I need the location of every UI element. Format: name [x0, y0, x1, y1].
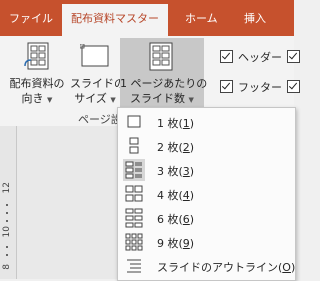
access-key: 3: [182, 165, 190, 178]
menu-item-label: 2 枚(: [157, 141, 183, 154]
menu-item-tail: ): [290, 261, 296, 274]
slides-per-page-menu: 1 枚(1) 2 枚(2) 3 枚(3) 4 枚(4) 6 枚(6) 9 枚(9…: [117, 107, 296, 281]
three-slides-icon: [123, 159, 145, 181]
slides-per-page-label-2: スライド数: [130, 92, 186, 105]
menu-item-outline[interactable]: スライドのアウトライン(O): [119, 255, 296, 278]
slide-size-icon: [80, 44, 109, 67]
chevron-down-icon: ▼: [47, 96, 53, 104]
menu-item-label: 6 枚(: [157, 213, 183, 226]
handout-orientation-label-2: 向き: [21, 92, 44, 105]
header-checkbox[interactable]: [220, 50, 233, 63]
outline-icon: [123, 255, 145, 277]
menu-item-3-slides[interactable]: 3 枚(3): [119, 159, 294, 182]
one-slide-icon: [123, 111, 145, 133]
access-key: 2: [182, 141, 190, 154]
two-slides-icon: [123, 135, 145, 157]
menu-item-1-slide[interactable]: 1 枚(1): [119, 111, 294, 134]
access-key: 1: [182, 117, 190, 130]
menu-item-6-slides[interactable]: 6 枚(6): [119, 207, 294, 230]
date-checkbox[interactable]: [287, 50, 300, 63]
ruler-dot: [6, 246, 8, 248]
handout-orientation-button[interactable]: 配布資料の 向き ▼: [4, 38, 70, 108]
nine-slides-icon: [123, 231, 145, 253]
slide-size-label-2: サイズ: [74, 92, 107, 105]
menu-item-9-slides[interactable]: 9 枚(9): [119, 231, 294, 254]
ruler-dot: [6, 212, 8, 214]
vertical-ruler: 12 10 8: [0, 126, 17, 279]
menu-item-tail: ): [189, 165, 195, 178]
menu-item-label: 9 枚(: [157, 237, 183, 250]
ribbon-tab-bar: ファイル 配布資料マスター ホーム 挿入: [0, 0, 294, 36]
access-key: 4: [182, 189, 190, 202]
tab-handout-master[interactable]: 配布資料マスター: [62, 4, 168, 36]
menu-item-label: 4 枚(: [157, 189, 183, 202]
handout-orientation-icon: [24, 42, 49, 70]
ruler-dot: [6, 220, 8, 222]
page-setup-group-label: ページ設: [78, 113, 122, 126]
handout-orientation-label-1: 配布資料の: [9, 77, 65, 90]
tab-insert[interactable]: 挿入: [244, 10, 266, 36]
slides-per-page-label-1: 1 ページあたりの: [120, 77, 208, 90]
tab-file[interactable]: ファイル: [9, 10, 53, 36]
ruler-dot: [6, 254, 8, 256]
slide-size-button[interactable]: スライドの サイズ ▼: [70, 38, 125, 108]
menu-item-tail: ): [189, 213, 195, 226]
menu-item-tail: ): [189, 141, 195, 154]
ruler-dot: [6, 204, 8, 206]
tab-home[interactable]: ホーム: [185, 10, 218, 36]
menu-item-label: 3 枚(: [157, 165, 183, 178]
slides-per-page-button[interactable]: 1 ページあたりの スライド数 ▼: [120, 38, 208, 108]
six-slides-icon: [123, 207, 145, 229]
chevron-down-icon: ▼: [110, 96, 116, 104]
menu-item-label: スライドのアウトライン(: [157, 261, 283, 274]
page-number-checkbox[interactable]: [287, 80, 300, 93]
footer-label: フッター: [238, 81, 282, 94]
menu-item-4-slides[interactable]: 4 枚(4): [119, 183, 294, 206]
ruler-mark: 8: [2, 264, 12, 270]
menu-item-tail: ): [189, 117, 195, 130]
access-key: O: [282, 261, 291, 274]
access-key: 9: [182, 237, 190, 250]
slides-per-page-icon: [149, 42, 173, 71]
menu-item-tail: ): [189, 189, 195, 202]
menu-item-label: 1 枚(: [157, 117, 183, 130]
ruler-mark: 12: [2, 182, 12, 194]
footer-checkbox[interactable]: [220, 80, 233, 93]
menu-item-tail: ): [189, 237, 195, 250]
slide-size-label-1: スライドの: [70, 77, 125, 90]
ruler-mark: 10: [2, 226, 12, 238]
access-key: 6: [182, 213, 190, 226]
chevron-down-icon: ▼: [188, 96, 194, 104]
header-label: ヘッダー: [238, 51, 282, 64]
four-slides-icon: [123, 183, 145, 205]
menu-item-2-slides[interactable]: 2 枚(2): [119, 135, 294, 158]
